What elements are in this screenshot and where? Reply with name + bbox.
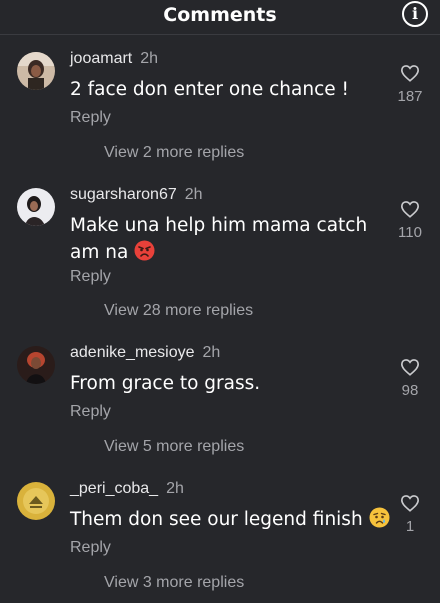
comment-time: 2h [202, 344, 221, 361]
comment-time: 2h [140, 50, 159, 67]
comment-time: 2h [184, 186, 203, 203]
header-divider [0, 34, 440, 35]
reply-button[interactable]: Reply [70, 109, 111, 127]
comment-text: 2 face don enter one chance ! [70, 79, 349, 100]
view-more-replies[interactable]: View 2 more replies [104, 144, 244, 162]
avatar[interactable] [17, 482, 55, 520]
info-icon[interactable]: i [402, 1, 428, 27]
comment-text: From grace to grass. [70, 373, 261, 394]
like-count: 110 [398, 224, 422, 241]
page-title: Comments [163, 4, 277, 26]
comment-text: Make una help him mama catch am na [70, 212, 390, 266]
view-more-replies[interactable]: View 5 more replies [104, 438, 244, 456]
avatar[interactable] [17, 188, 55, 226]
crying-face-icon [369, 507, 390, 528]
comment-username[interactable]: jooamart [70, 50, 132, 68]
comment-text: Them don see our legend finish [70, 506, 390, 533]
pouting-face-icon [134, 240, 155, 261]
reply-button[interactable]: Reply [70, 539, 111, 557]
like-count: 1 [405, 518, 415, 535]
heart-icon[interactable] [400, 64, 420, 82]
heart-icon[interactable] [400, 200, 420, 218]
heart-icon[interactable] [400, 358, 420, 376]
avatar[interactable] [17, 346, 55, 384]
comment-username[interactable]: _peri_coba_ [70, 480, 158, 498]
heart-icon[interactable] [400, 494, 420, 512]
comment-username[interactable]: adenike_mesioye [70, 344, 195, 362]
reply-button[interactable]: Reply [70, 268, 111, 286]
like-count: 98 [401, 382, 419, 399]
comment-text-content: Them don see our legend finish [70, 509, 363, 530]
reply-button[interactable]: Reply [70, 403, 111, 421]
view-more-replies[interactable]: View 3 more replies [104, 574, 244, 592]
view-more-replies[interactable]: View 28 more replies [104, 302, 253, 320]
comment-time: 2h [166, 480, 184, 497]
avatar[interactable] [17, 52, 55, 90]
comment-username[interactable]: sugarsharon67 [70, 186, 177, 204]
like-count: 187 [397, 88, 423, 105]
comments-header: Comments i [0, 0, 440, 34]
comment-text-content: Make una help him mama catch am na [70, 215, 368, 263]
